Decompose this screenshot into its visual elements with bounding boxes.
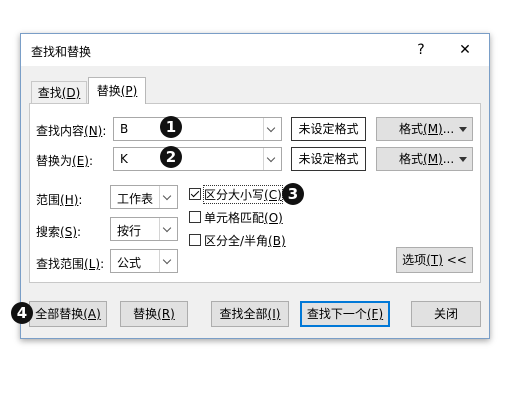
search-label: 搜索(S):	[36, 225, 82, 239]
scope-select[interactable]: 工作表	[110, 185, 178, 209]
help-button[interactable]: ?	[409, 38, 433, 62]
dropdown-arrow-icon	[459, 127, 467, 132]
replace-all-button[interactable]: 全部替换(A)	[29, 301, 107, 327]
replace-with-combo[interactable]: K	[113, 147, 282, 171]
replace-button[interactable]: 替换(R)	[120, 301, 188, 327]
callout-4: 4	[11, 302, 33, 324]
replace-format-status: 未设定格式	[291, 147, 366, 171]
find-format-button[interactable]: 格式(M)...	[376, 117, 473, 141]
callout-3: 3	[282, 183, 304, 205]
close-button[interactable]: 关闭	[411, 301, 481, 327]
match-width-label[interactable]: 区分全/半角(B)	[204, 232, 286, 249]
chevron-down-icon[interactable]	[159, 218, 177, 240]
match-case-checkbox[interactable]	[189, 188, 201, 200]
title-bar: 查找和替换 ? ✕	[21, 34, 489, 66]
find-next-button[interactable]: 查找下一个(F)	[300, 301, 390, 327]
callout-1: 1	[160, 116, 182, 138]
replace-label: 替换为(E):	[36, 154, 94, 168]
match-cell-label[interactable]: 单元格匹配(O)	[204, 209, 283, 226]
close-icon[interactable]: ✕	[453, 38, 477, 62]
match-width-checkbox[interactable]	[189, 234, 201, 246]
search-select[interactable]: 按行	[110, 217, 178, 241]
find-value: B	[120, 122, 129, 136]
find-all-button[interactable]: 查找全部(I)	[211, 301, 289, 327]
find-label: 查找内容(N):	[36, 124, 107, 138]
chevron-down-icon[interactable]	[159, 250, 177, 272]
chevron-down-icon[interactable]	[159, 186, 177, 208]
find-replace-dialog: 查找和替换 ? ✕ 查找(D) 替换(P) 查找内容(N): B 未设定格式 格…	[20, 33, 490, 339]
callout-2: 2	[160, 146, 182, 168]
replace-panel: 查找内容(N): B 未设定格式 格式(M)... 替换为(E): K 未设定格…	[29, 103, 481, 283]
replace-format-button[interactable]: 格式(M)...	[376, 147, 473, 171]
replace-value: K	[120, 152, 128, 166]
dropdown-arrow-icon	[459, 157, 467, 162]
look-in-select[interactable]: 公式	[110, 249, 178, 273]
tab-find[interactable]: 查找(D)	[31, 81, 87, 103]
match-cell-checkbox[interactable]	[189, 211, 201, 223]
match-case-label[interactable]: 区分大小写(C)	[203, 185, 283, 204]
tab-replace[interactable]: 替换(P)	[88, 77, 146, 104]
options-button[interactable]: 选项(T) <<	[396, 247, 473, 273]
find-format-status: 未设定格式	[291, 117, 366, 141]
chevron-down-icon[interactable]	[263, 118, 281, 140]
scope-label: 范围(H):	[36, 193, 83, 207]
dialog-title: 查找和替换	[31, 45, 92, 59]
find-what-combo[interactable]: B	[113, 117, 282, 141]
look-in-label: 查找范围(L):	[36, 257, 105, 271]
chevron-down-icon[interactable]	[263, 148, 281, 170]
